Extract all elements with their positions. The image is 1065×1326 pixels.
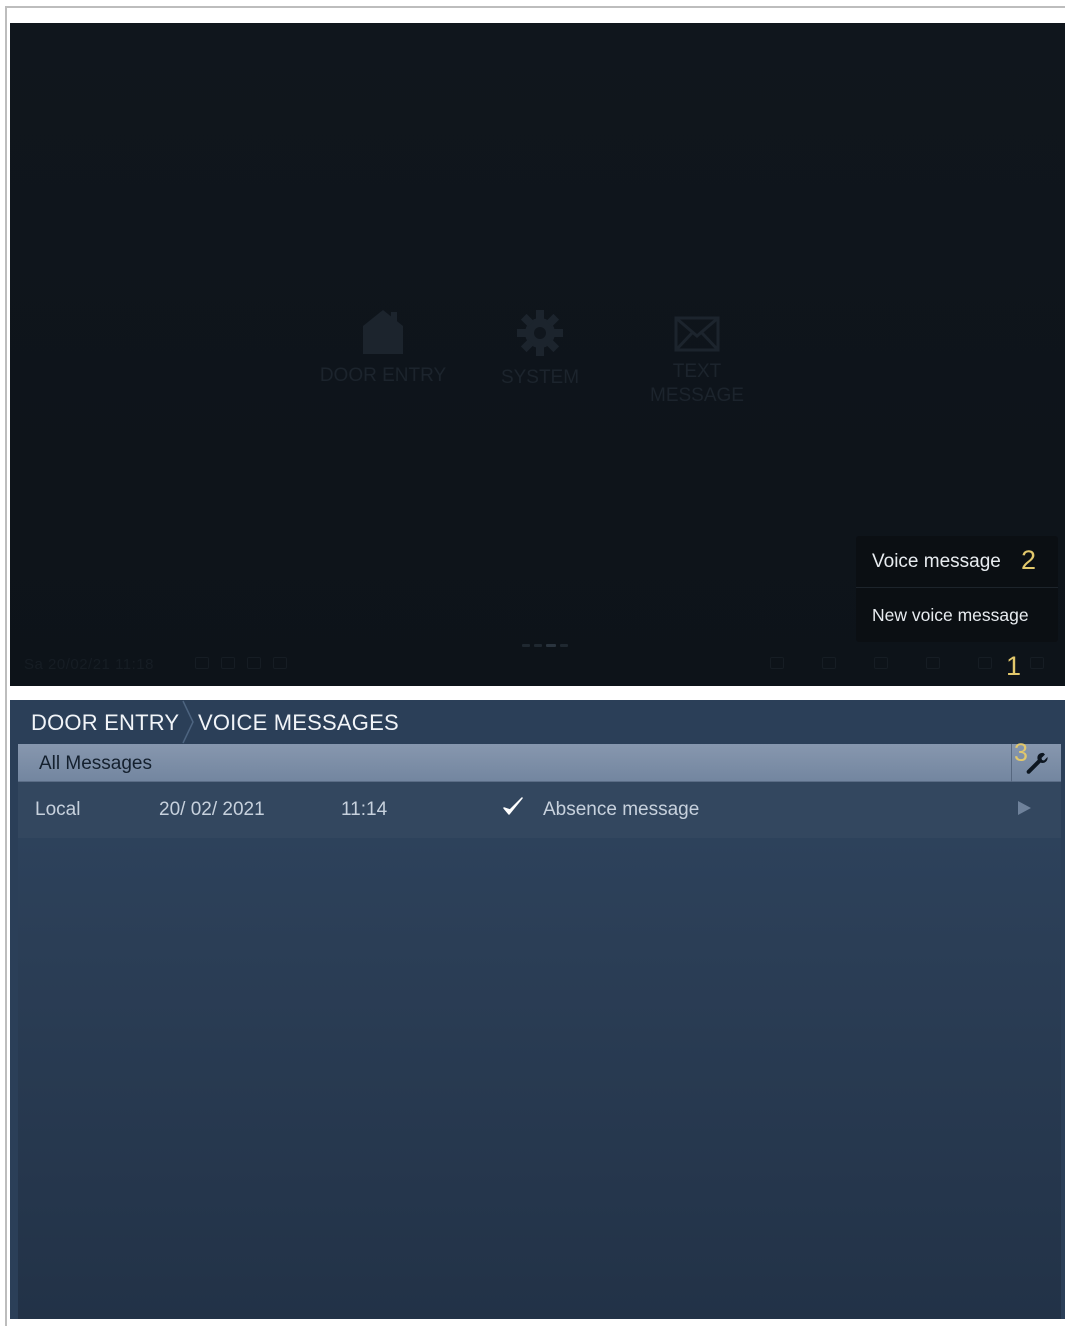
breadcrumb-door-entry[interactable]: DOOR ENTRY — [31, 710, 179, 736]
callout-number: 1 — [1006, 651, 1022, 681]
gear-icon — [517, 310, 563, 356]
filter-label[interactable]: All Messages — [39, 753, 152, 775]
page-dot — [534, 644, 542, 647]
checkmark-icon — [502, 796, 524, 824]
house-icon — [363, 310, 403, 354]
envelope-icon — [674, 316, 720, 352]
history-icon[interactable] — [926, 657, 940, 669]
table-row[interactable]: Local 20/ 02/ 2021 11:14 Absence message — [18, 782, 1061, 838]
play-icon[interactable] — [1016, 800, 1032, 822]
home-item-system[interactable]: SYSTEM — [488, 308, 592, 390]
popup-item-new-voice-message[interactable]: New voice message — [856, 589, 1058, 641]
message-source: Local — [35, 799, 81, 820]
status-date-time: Sa 20/02/21 11:18 — [24, 656, 154, 673]
status-icons — [195, 657, 287, 669]
page-dot — [522, 644, 530, 647]
message-list-panel: All Messages Local 20/ 02/ 2021 11:14 Ab… — [18, 744, 1061, 1319]
popup-item-label: New voice message — [872, 604, 1029, 625]
home-item-label: TEXT MESSAGE — [650, 361, 744, 406]
callout-number: 3 — [1014, 739, 1028, 767]
voice-messages-screen: DOOR ENTRY VOICE MESSAGES All Messages L… — [10, 700, 1065, 1319]
popup-item-label: Voice message — [872, 550, 1001, 572]
breadcrumb-separator-icon — [182, 700, 194, 744]
home-item-label: DOOR ENTRY — [319, 365, 447, 386]
wrench-icon — [1026, 752, 1048, 774]
status-icon — [221, 657, 235, 669]
home-item-door-entry[interactable]: DOOR ENTRY — [310, 308, 456, 388]
home-item-label: SYSTEM — [500, 367, 580, 388]
frame-left-line — [5, 6, 7, 1326]
status-icon — [273, 657, 287, 669]
breadcrumb: DOOR ENTRY VOICE MESSAGES — [10, 700, 1065, 744]
message-time: 11:14 — [341, 799, 388, 820]
home-screen: DOOR ENTRY SYSTEM TEXT MESSAGE Sa 20/02/… — [10, 23, 1065, 686]
bell-icon[interactable] — [1030, 657, 1044, 669]
message-title: Absence message — [543, 799, 700, 820]
page-indicator — [522, 644, 568, 647]
lock-icon[interactable] — [770, 657, 784, 669]
callout-number: 2 — [1021, 545, 1037, 575]
home-item-text-message[interactable]: TEXT MESSAGE — [640, 308, 754, 408]
page-dot-active — [546, 644, 556, 647]
filter-bar: All Messages — [18, 744, 1061, 782]
status-icon — [195, 657, 209, 669]
breadcrumb-voice-messages: VOICE MESSAGES — [198, 710, 399, 735]
status-icon — [247, 657, 261, 669]
camera-icon[interactable] — [874, 657, 888, 669]
key-icon[interactable] — [822, 657, 836, 669]
frame-top-line — [5, 6, 1065, 8]
message-icon[interactable] — [978, 657, 992, 669]
message-date: 20/ 02/ 2021 — [159, 799, 265, 820]
quick-access-icons — [770, 657, 1044, 669]
status-bar: Sa 20/02/21 11:18 — [10, 651, 1065, 681]
page-dot — [560, 644, 568, 647]
